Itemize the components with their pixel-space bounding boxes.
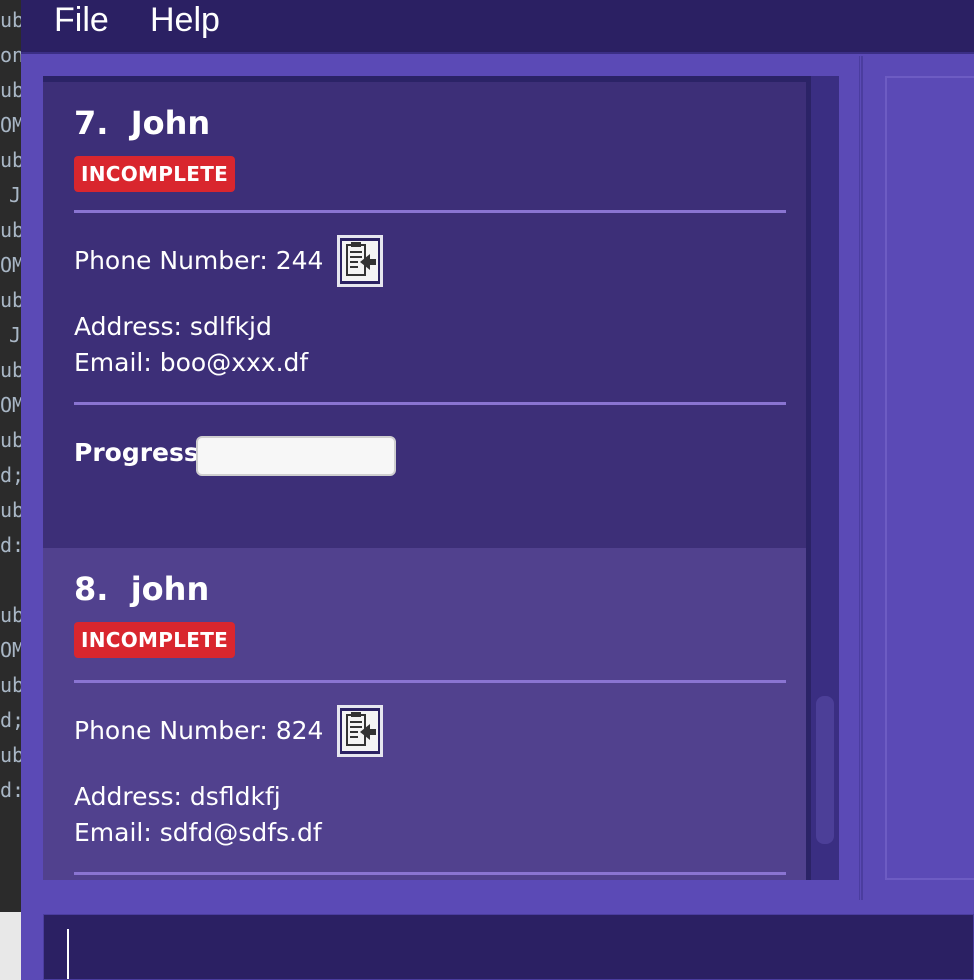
person-index: 7. [74,104,109,142]
background-code-fragment: OM [0,113,21,137]
background-editor-strip: d: ub d; ub OM ub d: ub d; ub OM ub Jub OM ub Jub OM ub on… [0,0,21,980]
detail-panel [861,56,974,900]
scrollbar-thumb[interactable] [816,696,834,844]
command-input[interactable] [43,914,974,980]
card-divider [74,402,786,405]
person-index: 8. [74,570,109,608]
background-code-fragment: ub [0,673,21,697]
background-code-fragment: ub [0,148,21,172]
copy-clipboard-icon[interactable] [337,705,383,757]
background-code-fragment: d; [0,708,21,732]
progress-label: Progress: [74,438,209,467]
email-field: Email: boo@xxx.df [74,348,309,377]
person-card[interactable]: 7. John INCOMPLETE Phone Number: 244 Add… [43,82,806,548]
background-code-fragment: J [8,183,21,207]
status-badge: INCOMPLETE [74,156,236,192]
copy-clipboard-icon[interactable] [337,235,383,287]
background-code-fragment: d: [0,778,21,802]
background-code-fragment: ub [0,498,21,522]
person-card[interactable]: 8. john INCOMPLETE Phone Number: 824 Add… [43,548,806,880]
phone-field: Phone Number: 244 [74,246,324,275]
background-code-fragment: ub [0,78,21,102]
background-code-fragment: ub [0,218,21,242]
text-caret [67,929,69,979]
menu-bar: File Help [21,0,974,54]
progress-bar [196,436,396,476]
background-code-fragment: OM [0,393,21,417]
card-divider [74,210,786,213]
background-code-fragment: d; [0,463,21,487]
background-editor-bottom [0,912,21,980]
person-list: 7. John INCOMPLETE Phone Number: 244 Add… [43,82,806,880]
background-code-fragment: ub [0,743,21,767]
detail-panel-content [885,76,974,880]
card-divider [74,872,786,875]
background-code-fragment: ub [0,288,21,312]
person-list-viewport[interactable]: 7. John INCOMPLETE Phone Number: 244 Add… [43,76,838,880]
background-code-fragment: ub [0,8,21,32]
card-divider [74,680,786,683]
app-window: File Help 7. John INCOMPLETE Phone Numbe… [21,0,974,980]
menu-file[interactable]: File [54,0,109,40]
background-code-fragment: OM [0,253,21,277]
address-field: Address: dsfldkfj [74,782,281,811]
person-name: john [130,570,210,608]
person-name: John [130,104,211,142]
address-field: Address: sdlfkjd [74,312,272,341]
menu-help[interactable]: Help [150,0,220,40]
background-code-fragment: on [0,43,21,67]
person-card-title: 7. John [74,104,210,142]
command-area [21,900,974,980]
background-code-fragment: d: [0,533,21,557]
background-code-fragment: OM [0,638,21,662]
phone-field: Phone Number: 824 [74,716,324,745]
status-badge: INCOMPLETE [74,622,236,658]
person-card-title: 8. john [74,570,209,608]
list-scrollbar[interactable] [811,76,839,880]
person-list-panel: 7. John INCOMPLETE Phone Number: 244 Add… [21,56,860,900]
background-code-fragment: ub [0,358,21,382]
background-code-fragment: ub [0,603,21,627]
background-code-fragment: ub [0,428,21,452]
email-field: Email: sdfd@sdfs.df [74,818,322,847]
background-code-fragment: J [8,323,21,347]
